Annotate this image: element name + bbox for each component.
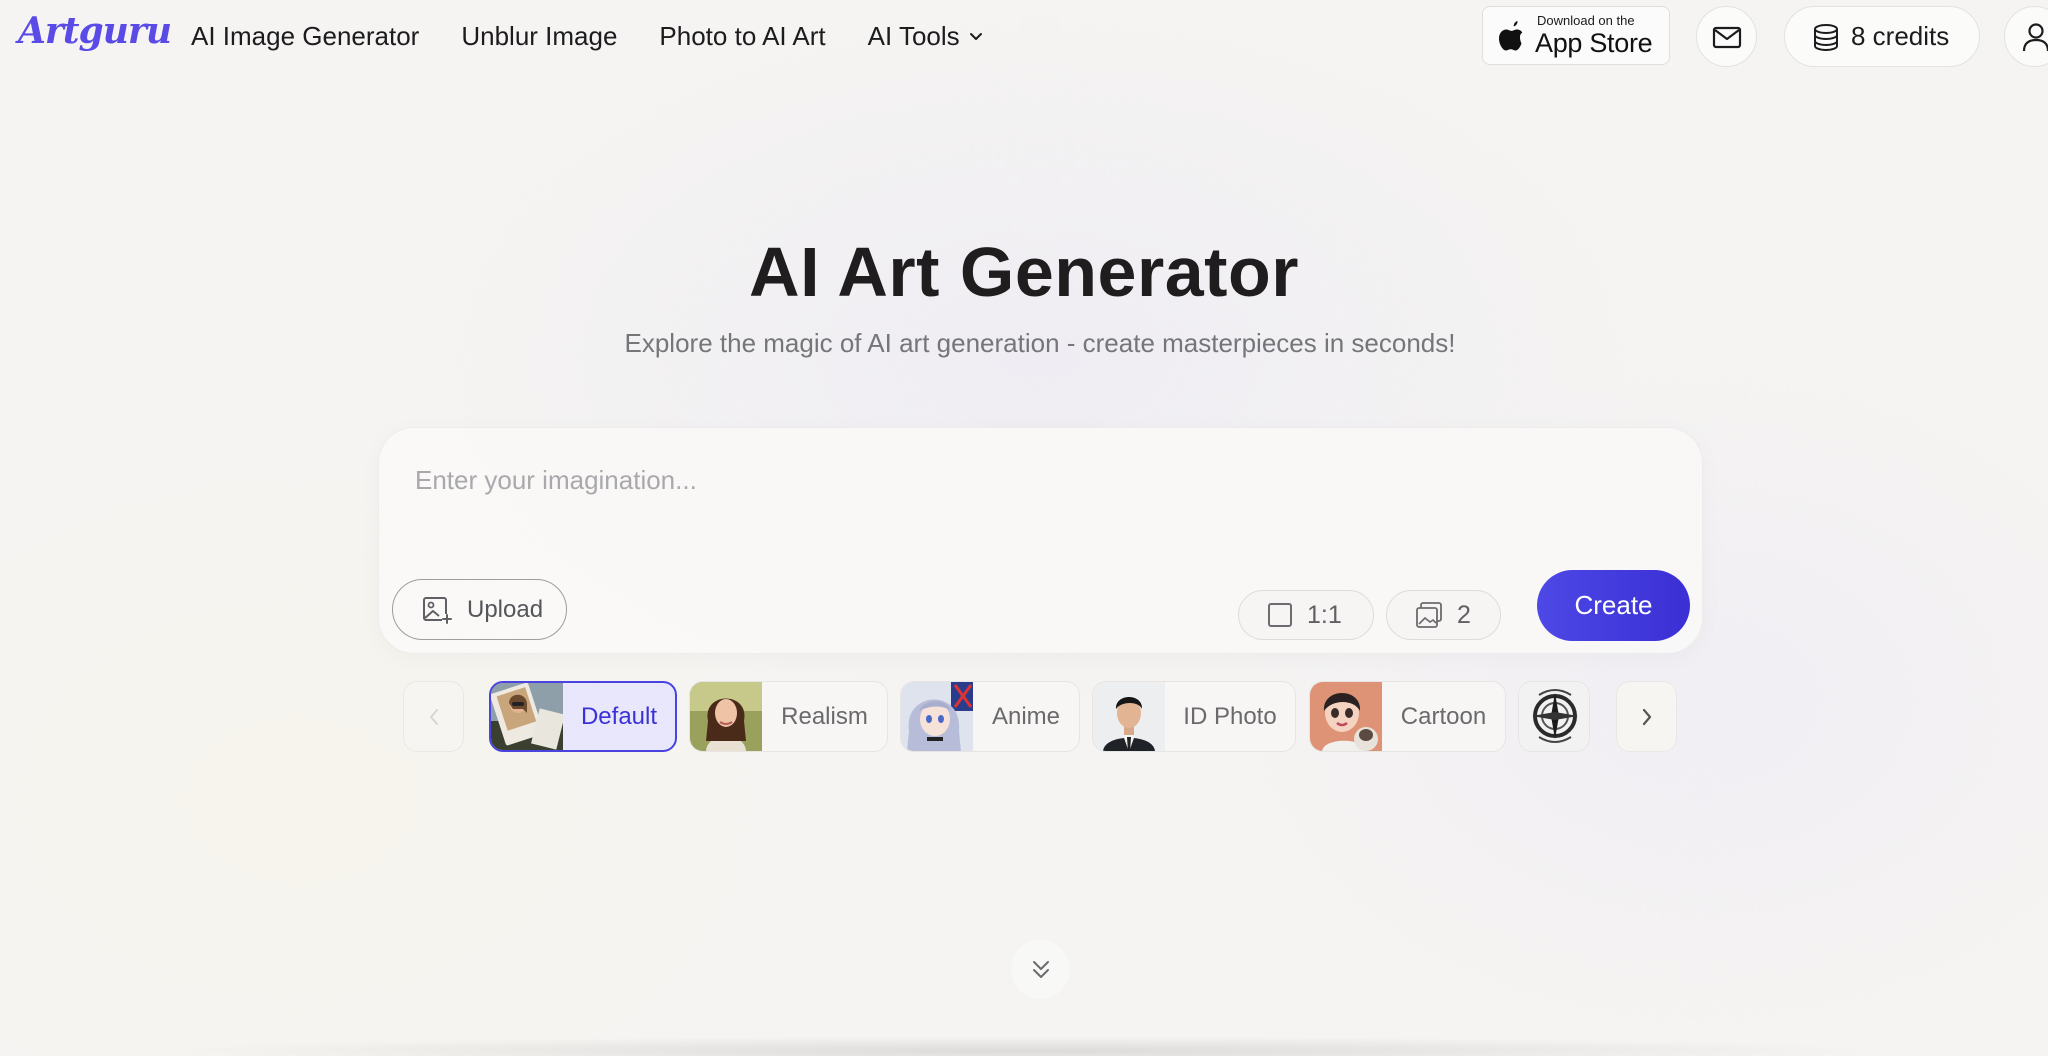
style-label: Anime	[991, 702, 1061, 730]
image-stack-icon	[1416, 602, 1442, 628]
nav-label: Unblur Image	[461, 21, 618, 51]
prompt-panel: Upload 1:1 2 Create	[378, 427, 1703, 654]
nav-unblur-image[interactable]: Unblur Image	[461, 18, 617, 54]
nav-photo-to-ai-art[interactable]: Photo to AI Art	[659, 18, 825, 54]
style-card-cartoon[interactable]: Cartoon	[1309, 681, 1506, 752]
coins-icon	[1814, 23, 1838, 51]
style-thumbnail-tattoo	[1519, 682, 1589, 751]
image-count-selector[interactable]: 2	[1386, 590, 1501, 640]
scroll-down-button[interactable]	[1011, 940, 1070, 999]
top-navigation-bar: Artguru AI Image Generator Unblur Image …	[0, 0, 2048, 72]
nav-label: AI Image Generator	[191, 21, 420, 51]
upload-label: Upload	[467, 595, 544, 623]
style-thumbnail-realism	[690, 682, 762, 751]
mail-button[interactable]	[1696, 6, 1757, 67]
styles-next-button[interactable]	[1616, 681, 1677, 752]
app-store-big-text: App Store	[1535, 28, 1653, 58]
credits-button[interactable]: 8 credits	[1784, 6, 1980, 67]
app-store-button[interactable]: Download on the App Store	[1482, 6, 1670, 65]
aspect-ratio-selector[interactable]: 1:1	[1238, 590, 1374, 640]
style-thumbnail-anime	[901, 682, 973, 751]
upload-button[interactable]: Upload	[392, 579, 567, 640]
double-chevron-down-icon	[1032, 960, 1049, 978]
style-thumbnail-id-photo	[1093, 682, 1165, 751]
nav-label: AI Tools	[867, 21, 960, 51]
page-title: AI Art Generator	[749, 233, 1299, 311]
nav-label: Photo to AI Art	[659, 21, 826, 51]
main-nav: AI Image Generator Unblur Image Photo to…	[191, 18, 1026, 54]
create-button[interactable]: Create	[1537, 570, 1690, 641]
mail-icon	[1712, 26, 1741, 48]
style-label: Cartoon	[1400, 702, 1487, 730]
style-card-anime[interactable]: Anime	[900, 681, 1080, 752]
style-label: ID Photo	[1183, 702, 1277, 730]
image-upload-icon	[423, 596, 452, 624]
chevron-right-icon	[1642, 708, 1651, 725]
styles-prev-button[interactable]	[403, 681, 464, 752]
style-thumbnail-default	[491, 683, 563, 750]
square-ratio-icon	[1268, 603, 1292, 627]
nav-ai-image-generator[interactable]: AI Image Generator	[191, 18, 419, 54]
apple-icon	[1499, 20, 1523, 50]
page-subtitle: Explore the magic of AI art generation -…	[624, 328, 1456, 358]
style-card-id-photo[interactable]: ID Photo	[1092, 681, 1296, 752]
style-card-tattoo[interactable]	[1518, 681, 1590, 752]
style-label: Realism	[781, 702, 868, 730]
style-card-realism[interactable]: Realism	[689, 681, 888, 752]
content-edge-shadow	[150, 1036, 1900, 1056]
artguru-logo[interactable]: Artguru	[18, 10, 172, 52]
user-account-button[interactable]	[2004, 6, 2048, 67]
nav-ai-tools-dropdown[interactable]: AI Tools	[868, 18, 984, 54]
aspect-ratio-label: 1:1	[1307, 600, 1342, 629]
app-store-small-text: Download on the	[1537, 13, 1635, 28]
style-label: Default	[580, 702, 658, 730]
prompt-input[interactable]	[415, 450, 1655, 510]
style-card-default[interactable]: Default	[489, 681, 677, 752]
image-count-label: 2	[1457, 600, 1471, 629]
style-thumbnail-cartoon	[1310, 682, 1382, 751]
chevron-down-icon	[969, 33, 982, 40]
chevron-left-icon	[429, 708, 438, 725]
credits-label: 8 credits	[1851, 21, 1950, 51]
user-icon	[2022, 22, 2048, 51]
